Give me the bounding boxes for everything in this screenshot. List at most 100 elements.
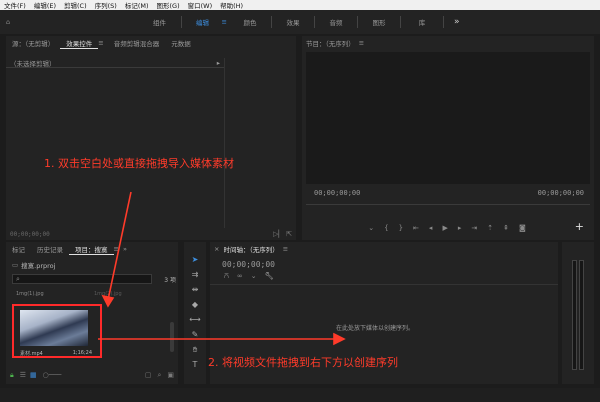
workspace-effects[interactable]: 效果 bbox=[274, 17, 312, 27]
program-transport: ⌄ { } ⇤ ◂ ▶ ▸ ⇥ ⇡ ⇞ ◙ bbox=[332, 222, 562, 234]
icon-view-icon[interactable]: ▦ bbox=[30, 371, 37, 379]
type-tool-icon[interactable]: T bbox=[193, 357, 198, 372]
link-icon[interactable]: ∞ bbox=[237, 272, 243, 281]
timeline-head: × 时间轴：（无序列） ≡ bbox=[210, 242, 558, 256]
audio-meter bbox=[562, 242, 594, 384]
out-point-icon[interactable]: } bbox=[399, 224, 403, 232]
export-icons[interactable]: ▷▏ ⇱ bbox=[273, 230, 292, 238]
menu-sequence[interactable]: 序列(S) bbox=[91, 0, 121, 10]
search-icon[interactable]: ⌕ bbox=[157, 371, 161, 380]
in-point-icon[interactable]: { bbox=[384, 224, 388, 232]
extract-icon[interactable]: ⇞ bbox=[503, 224, 509, 232]
program-monitor-head: 节目：（无序列） ≡ bbox=[302, 36, 594, 50]
new-item-icon[interactable]: ▣ bbox=[167, 371, 174, 379]
home-icon[interactable]: ⌂ bbox=[6, 18, 10, 26]
menu-lines-icon[interactable]: ≡ bbox=[279, 245, 288, 253]
effect-controls-header: （未选择剪辑） ▸ bbox=[6, 58, 224, 68]
marker-icon[interactable]: ⌄ bbox=[368, 224, 374, 232]
list-item[interactable]: 1mg(1).jpg bbox=[16, 291, 44, 297]
tab-audio-clip-mixer[interactable]: 音频剪辑混合器 bbox=[108, 38, 166, 48]
workspace-audio[interactable]: 音频 bbox=[317, 17, 355, 27]
slip-tool-icon[interactable]: ⟷ bbox=[189, 312, 200, 327]
hand-tool-icon[interactable]: ✋︎ bbox=[193, 342, 198, 357]
tab-project[interactable]: 项目：搜寞 bbox=[69, 244, 114, 255]
play-triangle-icon[interactable]: ▸ bbox=[217, 59, 220, 67]
marker-icon[interactable]: ⌄ bbox=[251, 272, 257, 281]
timeline-title: 时间轴：（无序列） bbox=[223, 246, 279, 254]
item-count: 3 项 bbox=[164, 277, 176, 284]
timeline-timecode[interactable]: 00;00;00;00 bbox=[222, 260, 275, 269]
workspace-bar: ⌂ 组件 编辑 ≡ 颜色 效果 音频 图形 库 » bbox=[0, 10, 600, 34]
folder-icon: ▭ bbox=[12, 261, 19, 269]
workspace-color[interactable]: 颜色 bbox=[231, 17, 269, 27]
divider bbox=[356, 16, 358, 28]
track-select-tool-icon[interactable]: ⇉ bbox=[192, 267, 199, 282]
go-to-in-icon[interactable]: ⇤ bbox=[413, 224, 419, 232]
workspace-graphics[interactable]: 图形 bbox=[360, 17, 398, 27]
menu-lines-icon[interactable]: ≡ bbox=[98, 39, 107, 47]
menu-lines-icon[interactable]: ≡ bbox=[222, 18, 227, 26]
project-panel-tabs: 标记 历史记录 项目：搜寞 ≡ » bbox=[6, 242, 178, 256]
status-strip bbox=[0, 388, 600, 402]
project-search[interactable]: ⌕ bbox=[12, 274, 152, 284]
pen-tool-icon[interactable]: ✎ bbox=[192, 327, 199, 342]
list-item[interactable]: 1mg(2).jpg bbox=[94, 291, 122, 297]
program-monitor: 节目：（无序列） ≡ 00;00;00;00 00;00;00;00 ⌄ { }… bbox=[302, 36, 594, 240]
ripple-edit-tool-icon[interactable]: ⇹ bbox=[192, 282, 199, 297]
list-view-icon[interactable]: ☰ bbox=[20, 371, 26, 379]
workspace-more[interactable]: » bbox=[454, 17, 460, 27]
add-button[interactable]: + bbox=[575, 220, 584, 233]
workspace-assembly[interactable]: 组件 bbox=[141, 17, 179, 27]
no-selection-label: （未选择剪辑） bbox=[10, 59, 56, 68]
clip-duration: 1;16;24 bbox=[72, 350, 92, 356]
lock-icon[interactable]: 🔒︎ bbox=[10, 371, 14, 380]
clip-item-highlight[interactable]: 素材.mp4 1;16;24 bbox=[12, 304, 102, 358]
camera-icon[interactable]: ◙ bbox=[519, 224, 526, 232]
selection-tool-icon[interactable]: ➤ bbox=[192, 252, 199, 267]
tab-markers[interactable]: 标记 bbox=[6, 244, 31, 254]
clip-name: 素材.mp4 bbox=[20, 351, 43, 357]
more-tabs[interactable]: » bbox=[119, 245, 127, 253]
program-scrubber[interactable] bbox=[306, 204, 590, 205]
project-scrollbar[interactable] bbox=[170, 322, 174, 352]
source-panel-footer: 00;00;00;00 ▷▏ ⇱ bbox=[6, 228, 296, 240]
clip-thumbnail[interactable] bbox=[20, 310, 88, 346]
search-icon: ⌕ bbox=[16, 274, 20, 283]
play-icon[interactable]: ▶ bbox=[442, 224, 447, 232]
menu-marker[interactable]: 标记(M) bbox=[121, 0, 153, 10]
snap-icon[interactable]: ⩃ bbox=[224, 272, 229, 281]
source-timecode[interactable]: 00;00;00;00 bbox=[10, 231, 50, 238]
project-file-row: ▭ 搜寞.prproj bbox=[12, 260, 55, 270]
project-file-name: 搜寞.prproj bbox=[21, 262, 56, 270]
tools-list: ➤ ⇉ ⇹ ◆ ⟷ ✎ ✋︎ T bbox=[184, 252, 206, 372]
program-viewer[interactable] bbox=[306, 52, 590, 184]
menu-edit[interactable]: 编辑(E) bbox=[30, 0, 60, 10]
menu-clip[interactable]: 剪辑(C) bbox=[60, 0, 91, 10]
lift-icon[interactable]: ⇡ bbox=[487, 224, 493, 232]
step-back-icon[interactable]: ◂ bbox=[429, 224, 433, 232]
menu-file[interactable]: 文件(F) bbox=[0, 0, 30, 10]
new-bin-icon[interactable]: ▢ bbox=[145, 371, 152, 379]
tab-metadata[interactable]: 元数据 bbox=[165, 38, 197, 48]
source-panel: 源：（无剪辑） 效果控件 ≡ 音频剪辑混合器 元数据 （未选择剪辑） ▸ 00;… bbox=[6, 36, 296, 240]
program-timecode[interactable]: 00;00;00;00 bbox=[314, 189, 360, 197]
timeline-tools: ⩃ ∞ ⌄ 🔧︎ bbox=[224, 272, 274, 281]
menu-graphics[interactable]: 图形(G) bbox=[153, 0, 184, 10]
menu-window[interactable]: 窗口(W) bbox=[184, 0, 217, 10]
step-forward-icon[interactable]: ▸ bbox=[458, 224, 462, 232]
menu-lines-icon[interactable]: ≡ bbox=[355, 39, 364, 47]
go-to-out-icon[interactable]: ⇥ bbox=[471, 224, 477, 232]
zoom-slider[interactable]: ○─── bbox=[43, 371, 62, 379]
tab-source[interactable]: 源：（无剪辑） bbox=[6, 38, 60, 48]
effect-controls-divider bbox=[224, 58, 225, 228]
menu-help[interactable]: 帮助(H) bbox=[216, 0, 247, 10]
tab-effect-controls[interactable]: 效果控件 bbox=[60, 38, 99, 49]
razor-tool-icon[interactable]: ◆ bbox=[192, 297, 198, 312]
project-items[interactable]: 1mg(1).jpg 1mg(2).jpg 素材.mp4 1;16;24 bbox=[10, 286, 170, 366]
wrench-icon[interactable]: 🔧︎ bbox=[265, 272, 274, 281]
tab-history[interactable]: 历史记录 bbox=[31, 244, 69, 254]
workspace-editing[interactable]: 编辑 bbox=[184, 17, 222, 27]
workspace-libraries[interactable]: 库 bbox=[403, 17, 441, 27]
close-icon[interactable]: × bbox=[214, 245, 223, 253]
program-duration: 00;00;00;00 bbox=[537, 189, 584, 197]
